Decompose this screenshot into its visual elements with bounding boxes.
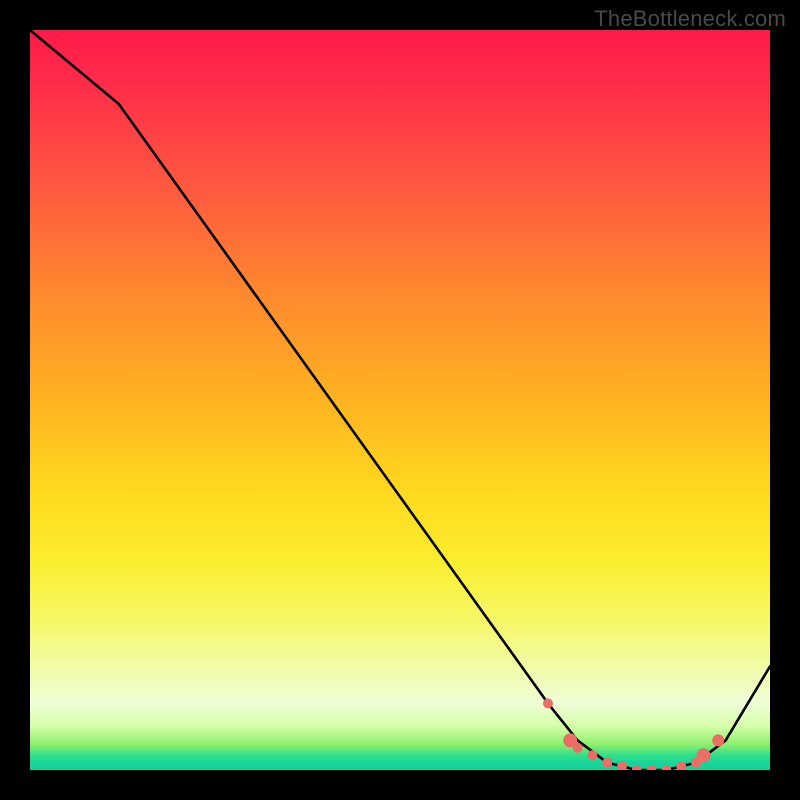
- trough-marker: [617, 761, 627, 770]
- trough-marker: [661, 765, 671, 770]
- watermark-text: TheBottleneck.com: [594, 6, 786, 32]
- trough-marker: [647, 765, 657, 770]
- plot-area: [30, 30, 770, 770]
- trough-marker: [602, 758, 612, 768]
- curve-line: [30, 30, 770, 770]
- trough-marker: [587, 750, 597, 760]
- trough-marker: [696, 748, 710, 762]
- trough-marker: [632, 765, 642, 770]
- line-layer: [30, 30, 770, 770]
- marker-group: [543, 698, 724, 770]
- chart-frame: TheBottleneck.com: [0, 0, 800, 800]
- trough-marker: [712, 734, 724, 746]
- trough-marker: [543, 698, 553, 708]
- trough-marker: [573, 743, 583, 753]
- trough-marker: [676, 761, 686, 770]
